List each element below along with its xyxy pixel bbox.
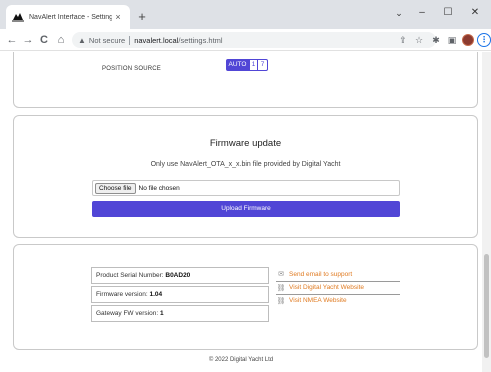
- address-bar[interactable]: ▲ Not secure navalert.local/settings.htm…: [72, 32, 436, 48]
- email-support-text[interactable]: Send email to support: [289, 271, 352, 278]
- warning-icon: ▲: [78, 35, 86, 45]
- serial-number-field: Product Serial Number: B0AD20: [91, 267, 269, 284]
- sidepanel-icon[interactable]: ▣: [444, 32, 460, 48]
- extensions-icon[interactable]: ✱: [428, 32, 444, 48]
- browser-tab[interactable]: NavAlert Interface - Settings ×: [6, 5, 130, 29]
- page-viewport: POSITION SOURCE AUTO 1 7 Firmware update…: [0, 52, 482, 372]
- reload-button[interactable]: C: [36, 32, 52, 48]
- omnibox-divider: [129, 35, 131, 45]
- serial-label: Product Serial Number:: [96, 272, 164, 279]
- share-icon[interactable]: ⇪: [395, 32, 411, 48]
- choose-file-button[interactable]: Choose file: [95, 182, 136, 194]
- firmware-version-label: Firmware version:: [96, 291, 148, 298]
- firmware-subtitle: Only use NavAlert_OTA_x_x.bin file provi…: [150, 161, 341, 168]
- security-label[interactable]: Not secure: [89, 36, 125, 45]
- url-path: /settings.html: [178, 35, 223, 45]
- gateway-version-field: Gateway FW version: 1: [91, 305, 269, 322]
- firmware-version-value: 1.04: [149, 291, 163, 298]
- favicon-icon: [12, 11, 24, 23]
- serial-value: B0AD20: [165, 272, 191, 279]
- home-button[interactable]: ⌂: [53, 32, 69, 48]
- gateway-version-value: 1: [159, 310, 164, 317]
- star-icon[interactable]: ☆: [411, 32, 427, 48]
- tab-close-icon[interactable]: ×: [112, 12, 124, 22]
- email-support-link[interactable]: ✉ Send email to support: [276, 268, 400, 280]
- tab-strip: NavAlert Interface - Settings × + ⌄ – ☐ …: [0, 0, 491, 29]
- forward-button[interactable]: →: [20, 32, 36, 48]
- file-input[interactable]: Choose file No file chosen: [92, 180, 400, 196]
- nmea-link[interactable]: ⛓ Visit NMEA Website: [276, 294, 400, 306]
- position-source-auto[interactable]: AUTO: [226, 59, 249, 71]
- firmware-version-field: Firmware version: 1.04: [91, 286, 269, 303]
- firmware-title: Firmware update: [209, 138, 282, 149]
- device-info-card: Product Serial Number: B0AD20 Firmware v…: [13, 244, 478, 350]
- page-footer: © 2022 Digital Yacht Ltd: [208, 357, 274, 363]
- position-source-7[interactable]: 7: [258, 59, 268, 71]
- position-source-1[interactable]: 1: [249, 59, 258, 71]
- gateway-version-label: Gateway FW version:: [96, 310, 159, 317]
- url-host: navalert.local: [134, 35, 179, 45]
- menu-icon[interactable]: ⋮: [477, 33, 491, 47]
- digital-yacht-text[interactable]: Visit Digital Yacht Website: [289, 284, 364, 291]
- maximize-button[interactable]: ☐: [434, 4, 462, 22]
- position-source-card: POSITION SOURCE AUTO 1 7: [13, 52, 478, 108]
- link-icon: ⛓: [276, 297, 286, 305]
- digital-yacht-link[interactable]: ⛓ Visit Digital Yacht Website: [276, 281, 400, 293]
- link-icon: ⛓: [276, 284, 286, 292]
- file-status: No file chosen: [138, 184, 180, 192]
- nmea-text[interactable]: Visit NMEA Website: [289, 297, 347, 304]
- browser-toolbar: ← → C ⌂ ▲ Not secure navalert.local/sett…: [0, 29, 491, 51]
- firmware-update-card: Firmware update Only use NavAlert_OTA_x_…: [13, 115, 478, 238]
- position-source-label: POSITION SOURCE: [102, 66, 162, 72]
- profile-avatar[interactable]: [462, 34, 474, 46]
- back-button[interactable]: ←: [4, 32, 20, 48]
- envelope-icon: ✉: [278, 271, 284, 278]
- minimize-button[interactable]: –: [408, 4, 436, 22]
- scrollbar-thumb[interactable]: [484, 254, 489, 358]
- upload-firmware-button[interactable]: Upload Firmware: [92, 201, 400, 217]
- close-window-button[interactable]: ✕: [461, 4, 489, 22]
- new-tab-button[interactable]: +: [134, 9, 150, 25]
- tab-title: NavAlert Interface - Settings: [29, 13, 112, 21]
